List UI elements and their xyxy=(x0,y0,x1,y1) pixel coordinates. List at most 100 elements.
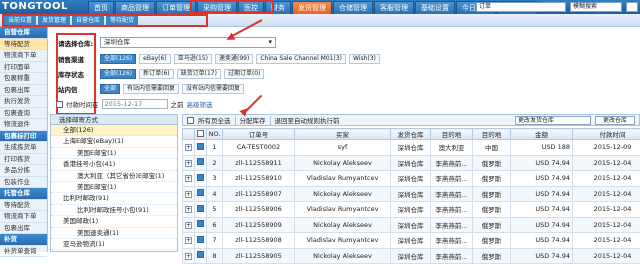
column-header[interactable] xyxy=(195,129,207,140)
nav-tab[interactable]: 发货管理 xyxy=(292,1,332,14)
stock-chip[interactable]: 新订单(6) xyxy=(139,69,174,79)
warehouse-select[interactable]: 深圳仓库 xyxy=(100,37,276,48)
select-cell[interactable] xyxy=(195,202,207,218)
search-mode-select[interactable]: 模糊搜索 xyxy=(570,2,622,12)
row-checkbox[interactable] xyxy=(197,189,204,196)
table-row[interactable]: +5zll-112558906Vladislav Rumyantcev深圳仓库李… xyxy=(183,202,640,218)
nav-tab[interactable]: 客服管理 xyxy=(374,1,414,14)
row-checkbox[interactable] xyxy=(197,143,204,150)
date-filter-checkbox[interactable] xyxy=(56,101,63,108)
sidebar-item[interactable]: 物流退件 xyxy=(0,119,47,131)
search-type-select[interactable]: 订单 xyxy=(476,2,566,12)
expand-icon[interactable]: + xyxy=(185,206,192,213)
select-cell[interactable] xyxy=(195,140,207,156)
stock-chip[interactable]: 过期订单(0) xyxy=(224,69,265,79)
channel-chip[interactable]: 亚马逊(15) xyxy=(174,54,212,64)
table-row[interactable]: +2zll-112558911Nickolay Alekseev深圳仓库李燕燕前… xyxy=(183,155,640,171)
shipping-method-item[interactable]: 上海E邮宝(eBay)(1) xyxy=(51,136,177,147)
table-row[interactable]: +4zll-112558907Nickolay Alekseev深圳仓库李燕燕前… xyxy=(183,186,640,202)
shipping-method-item[interactable]: 比利时邮政(91) xyxy=(51,193,177,204)
advanced-filter-link[interactable]: 高级筛选 xyxy=(187,99,213,109)
expand-icon[interactable]: + xyxy=(185,160,192,167)
shipping-method-item[interactable]: 美国速卖通(1) xyxy=(51,228,177,239)
table-row[interactable]: +8zll-112558905Nickolay Alekseev深圳仓库李燕燕前… xyxy=(183,248,640,264)
expand-cell[interactable]: + xyxy=(183,202,195,218)
nav-tab[interactable]: 首页 xyxy=(88,1,114,14)
message-chip[interactable]: 没有站内信需要回复 xyxy=(182,84,244,94)
nav-tab[interactable]: 商品管理 xyxy=(115,1,155,14)
table-row[interactable]: +3zll-112558910Vladislav Rumyantcev深圳仓库李… xyxy=(183,171,640,187)
date-input[interactable]: 2015-12-17 xyxy=(102,99,168,109)
sidebar-item[interactable]: 等待配货 xyxy=(0,200,47,212)
select-all-pages-label[interactable]: 所有页全选 xyxy=(198,115,231,125)
sidebar-item[interactable]: 等待配货 xyxy=(0,39,47,51)
row-checkbox[interactable] xyxy=(197,174,204,181)
expand-icon[interactable]: + xyxy=(185,222,192,229)
sidebar-item[interactable]: 包裹查询 xyxy=(0,108,47,120)
expand-cell[interactable]: + xyxy=(183,140,195,156)
shipping-method-item[interactable]: 美国E邮宝(1) xyxy=(51,148,177,159)
expand-icon[interactable]: + xyxy=(185,175,192,182)
table-row[interactable]: +6zll-112558909Nickolay Alekseev深圳仓库李燕燕前… xyxy=(183,217,640,233)
expand-icon[interactable]: + xyxy=(185,253,192,260)
shipping-method-item[interactable]: 美国邮政(1) xyxy=(51,216,177,227)
expand-cell[interactable]: + xyxy=(183,217,195,233)
expand-cell[interactable]: + xyxy=(183,155,195,171)
channel-chip[interactable]: 全部(126) xyxy=(100,54,136,64)
change-warehouse-button[interactable]: 更改仓库 xyxy=(595,116,635,125)
search-icon[interactable] xyxy=(626,2,638,12)
shipping-method-item[interactable]: 香港挂号小包(41) xyxy=(51,159,177,170)
select-cell[interactable] xyxy=(195,155,207,171)
select-all-pages-checkbox[interactable] xyxy=(187,117,194,124)
sidebar-item[interactable]: 生成拣货单 xyxy=(0,142,47,154)
shipping-method-item[interactable]: 澳大利亚（其它省份)E邮宝(1) xyxy=(51,171,177,182)
select-cell[interactable] xyxy=(195,186,207,202)
sidebar-item[interactable]: 补货单查询 xyxy=(0,246,47,258)
sidebar-item[interactable]: 执行发货 xyxy=(0,96,47,108)
stock-chip[interactable]: 缺货订单(17) xyxy=(177,69,221,79)
table-row[interactable]: +1CA-TEST0002syf深圳仓库澳大利亚中国USD 1882015-12… xyxy=(183,140,640,156)
message-chip[interactable]: 有站内信需要回复 xyxy=(123,84,179,94)
sidebar-item[interactable]: 包裹出库 xyxy=(0,85,47,97)
channel-chip[interactable]: Wish(3) xyxy=(349,54,380,64)
sidebar-item[interactable]: 多品分拣 xyxy=(0,165,47,177)
table-row[interactable]: +7zll-112558908Vladislav Rumyantcev深圳仓库李… xyxy=(183,233,640,249)
sidebar-item[interactable]: 物流商下单 xyxy=(0,211,47,223)
sidebar-item[interactable]: 物流商下单 xyxy=(0,50,47,62)
channel-chip[interactable]: China Sale Channel M01(3) xyxy=(256,54,346,64)
select-cell[interactable] xyxy=(195,217,207,233)
select-cell[interactable] xyxy=(195,248,207,264)
nav-tab[interactable]: 仓储管理 xyxy=(333,1,373,14)
expand-cell[interactable]: + xyxy=(183,248,195,264)
message-chip[interactable]: 全部 xyxy=(100,84,120,94)
shipping-method-item[interactable]: 比利时邮政挂号小包(91) xyxy=(51,205,177,216)
nav-tab[interactable]: 基础设置 xyxy=(415,1,455,14)
expand-icon[interactable]: + xyxy=(185,191,192,198)
sidebar-item[interactable]: 包裹称重 xyxy=(0,73,47,85)
row-checkbox[interactable] xyxy=(197,251,204,258)
shipping-method-item[interactable]: 亚马逊物流(1) xyxy=(51,239,177,250)
row-checkbox[interactable] xyxy=(197,205,204,212)
shipping-method-item[interactable]: 美国E邮宝(1) xyxy=(51,182,177,193)
select-all-checkbox[interactable] xyxy=(197,130,204,137)
allocate-stock-button[interactable]: 分配库存 xyxy=(240,115,266,125)
expand-cell[interactable]: + xyxy=(183,233,195,249)
shipping-method-item[interactable]: 全部(126) xyxy=(51,125,177,136)
change-warehouse-select[interactable]: 更改发货仓库 xyxy=(515,116,591,125)
expand-icon[interactable]: + xyxy=(185,144,192,151)
expand-cell[interactable]: + xyxy=(183,171,195,187)
channel-chip[interactable]: eBay(6) xyxy=(139,54,171,64)
revert-rules-button[interactable]: 退回至自动规则执行前 xyxy=(275,115,340,125)
expand-icon[interactable]: + xyxy=(185,237,192,244)
row-checkbox[interactable] xyxy=(197,220,204,227)
expand-cell[interactable]: + xyxy=(183,186,195,202)
sidebar-item[interactable]: 打印拣货 xyxy=(0,154,47,166)
sidebar-item[interactable]: 包裹出库 xyxy=(0,223,47,235)
select-cell[interactable] xyxy=(195,233,207,249)
sidebar-item[interactable]: 打印面单 xyxy=(0,62,47,74)
select-cell[interactable] xyxy=(195,171,207,187)
row-checkbox[interactable] xyxy=(197,158,204,165)
channel-chip[interactable]: 速卖通(99) xyxy=(215,54,253,64)
row-checkbox[interactable] xyxy=(197,236,204,243)
sidebar-item[interactable]: 包装作业 xyxy=(0,177,47,189)
